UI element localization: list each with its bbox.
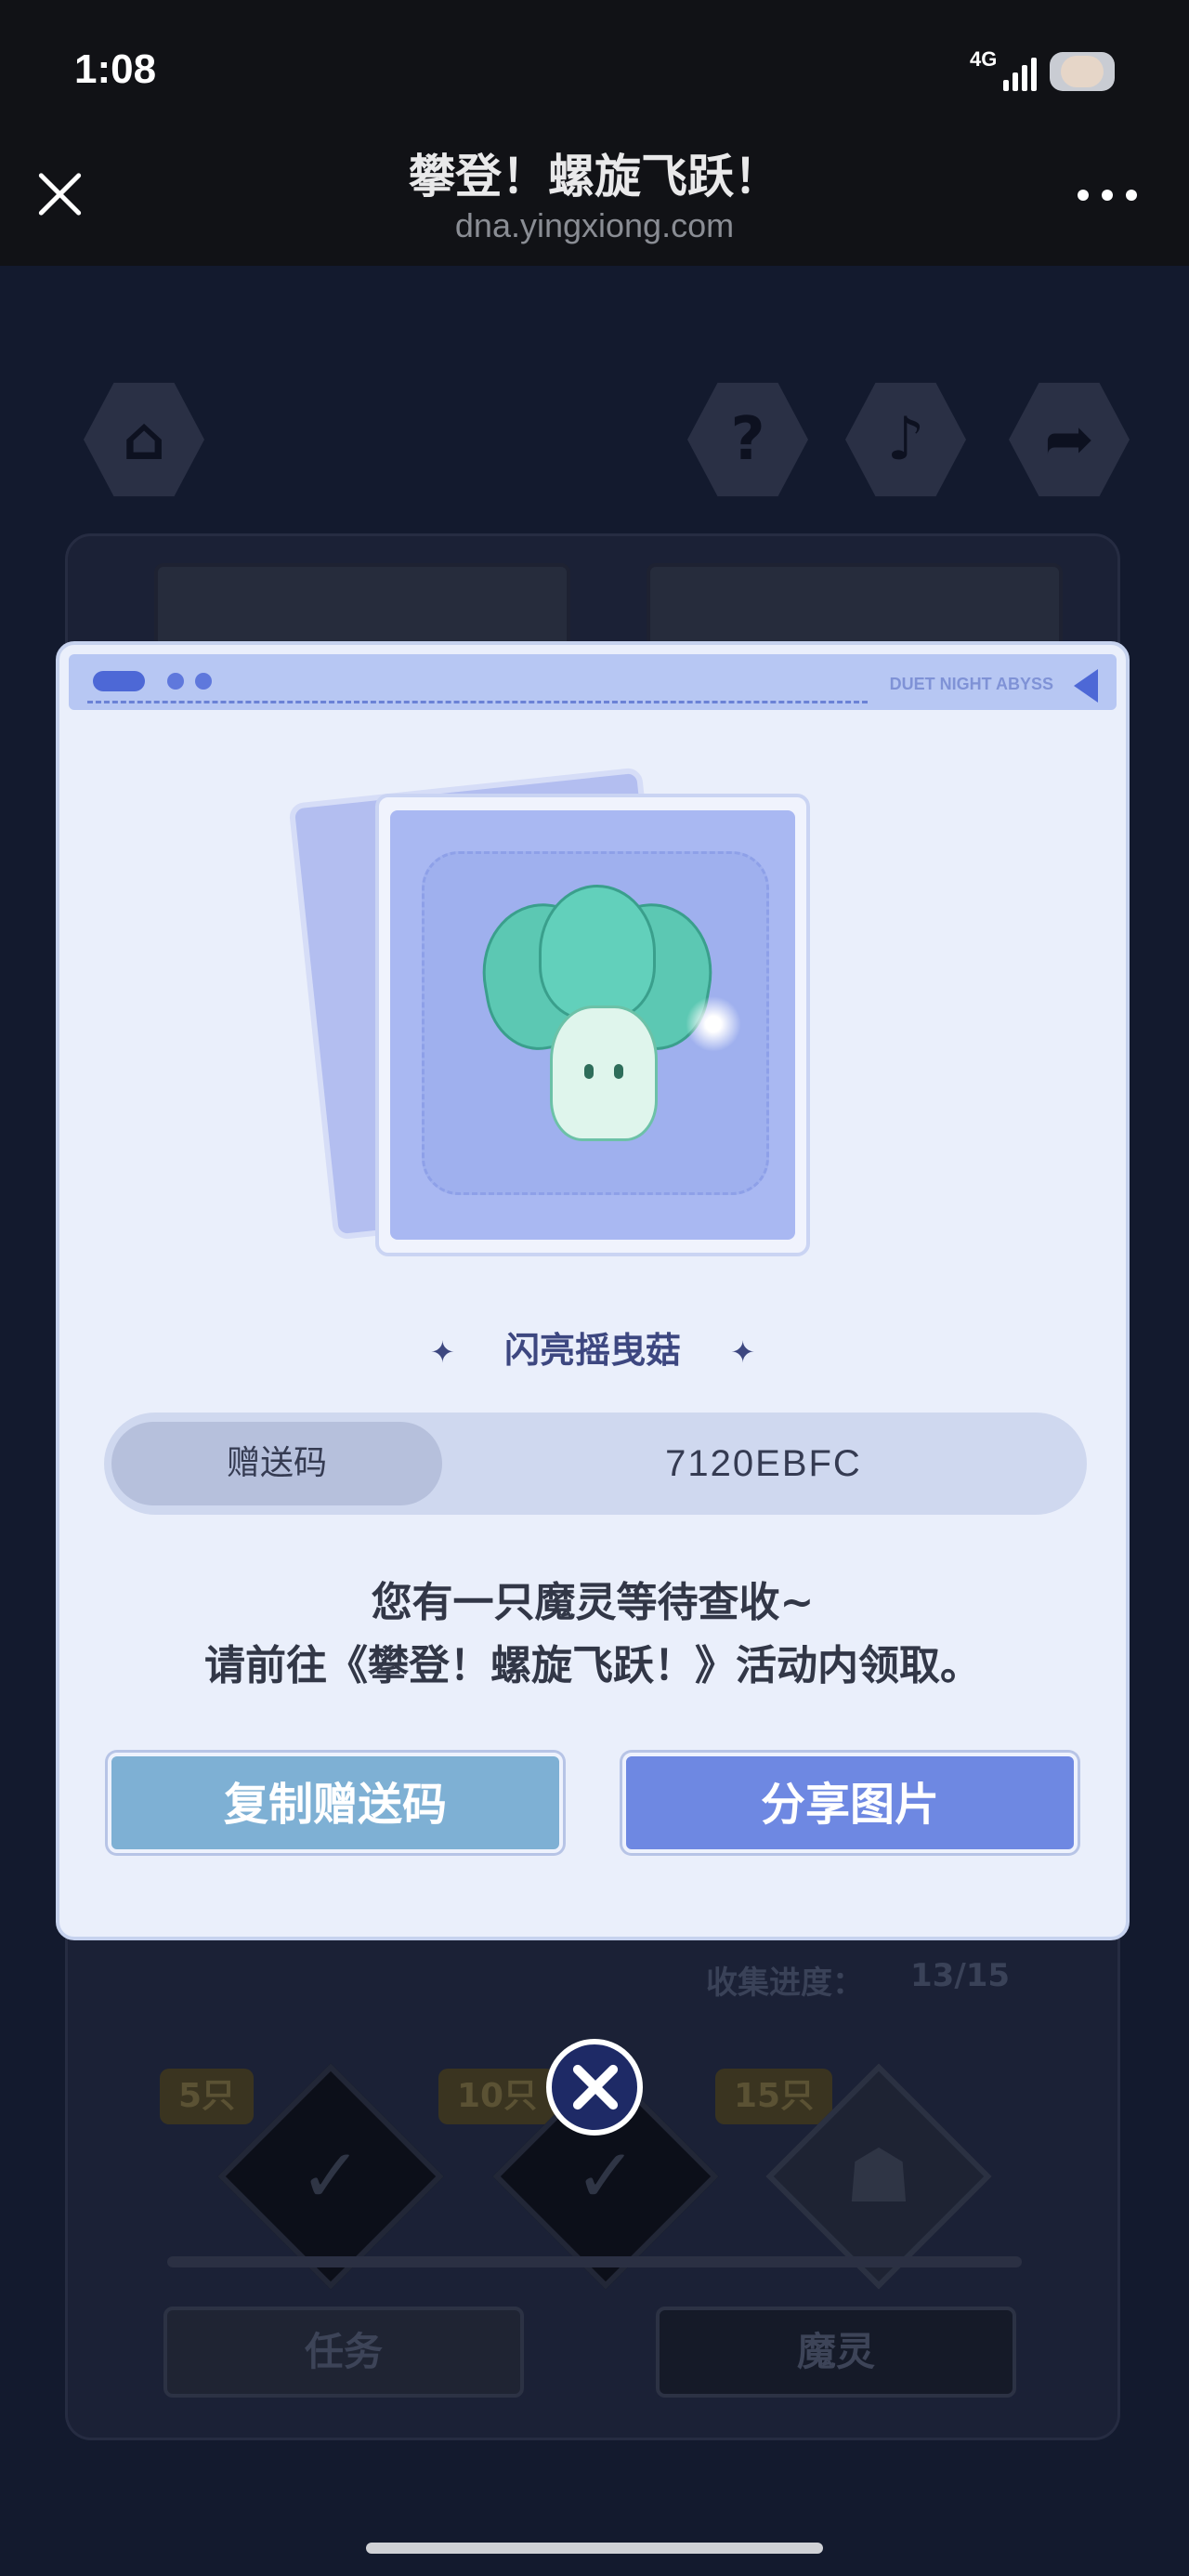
page-title: 攀登！螺旋飞跃！ bbox=[409, 150, 780, 204]
monster-body bbox=[550, 1005, 658, 1141]
collection-progress-label: 收集进度： bbox=[706, 1965, 864, 2002]
header-pill bbox=[93, 671, 145, 691]
close-modal-button[interactable] bbox=[546, 2039, 643, 2136]
task-tab[interactable]: 任务 bbox=[163, 2307, 524, 2398]
monster-card bbox=[375, 794, 810, 1256]
share-image-button[interactable]: 分享图片 bbox=[622, 1753, 1078, 1853]
sparkle-icon bbox=[686, 996, 741, 1052]
progress-track bbox=[167, 2256, 1022, 2267]
message-line-2: 请前往《攀登！螺旋飞跃！》活动内领取。 bbox=[204, 1642, 981, 1689]
signal-icon bbox=[1003, 54, 1039, 91]
header-dot bbox=[167, 673, 184, 690]
mushroom-cap bbox=[539, 885, 656, 1020]
modal-header-strip: DUET NIGHT ABYSS bbox=[69, 654, 1117, 710]
header-dash bbox=[87, 701, 868, 703]
milestone-tag: 5只 bbox=[160, 2069, 255, 2124]
battery-icon bbox=[1050, 52, 1115, 91]
gift-code-label: 赠送码 bbox=[111, 1422, 442, 1505]
star-icon: ✦ bbox=[429, 1334, 455, 1370]
status-bar: 1:08 4G bbox=[0, 0, 1189, 139]
clock: 1:08 bbox=[74, 46, 157, 92]
copy-code-button[interactable]: 复制赠送码 bbox=[108, 1753, 563, 1853]
monster-tab[interactable]: 魔灵 bbox=[656, 2307, 1016, 2398]
more-icon[interactable] bbox=[1078, 190, 1143, 203]
network-label: 4G bbox=[970, 47, 998, 71]
star-icon: ✦ bbox=[730, 1334, 756, 1370]
monster-name-row: ✦ 闪亮摇曳菇 ✦ bbox=[59, 1321, 1126, 1373]
collection-progress-value: 13/15 bbox=[910, 1957, 1011, 1994]
rewind-icon bbox=[1074, 669, 1098, 703]
monster-name: 闪亮摇曳菇 bbox=[503, 1330, 681, 1371]
page-url: dna.yingxiong.com bbox=[454, 206, 735, 244]
header-dot bbox=[195, 673, 212, 690]
gift-code-modal: DUET NIGHT ABYSS ✦ 闪亮摇曳菇 ✦ 赠送码 7120EBFC … bbox=[56, 641, 1130, 1940]
gift-code-field[interactable]: 赠送码 7120EBFC bbox=[104, 1413, 1087, 1515]
gift-code-value[interactable]: 7120EBFC bbox=[457, 1422, 1070, 1505]
home-indicator[interactable] bbox=[366, 2543, 823, 2554]
brand-label: DUET NIGHT ABYSS bbox=[889, 675, 1053, 693]
message-line-1: 您有一只魔灵等待查收~ bbox=[371, 1579, 815, 1626]
